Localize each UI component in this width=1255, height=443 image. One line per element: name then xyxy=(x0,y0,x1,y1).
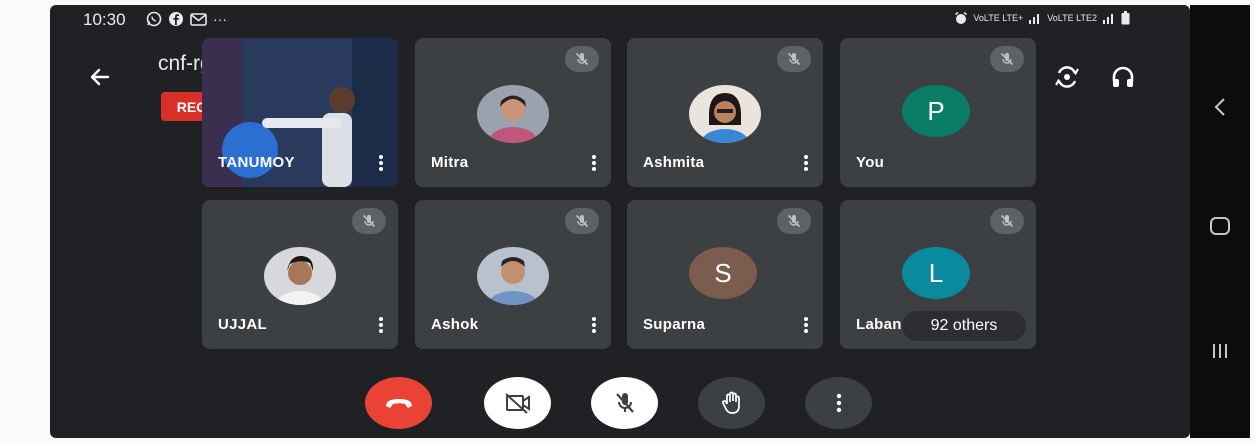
participant-tile-ujjal[interactable]: UJJAL xyxy=(202,200,398,349)
mic-off-badge xyxy=(565,46,599,72)
participant-more-button[interactable] xyxy=(374,153,388,175)
switch-camera-button[interactable] xyxy=(1047,57,1087,97)
mic-off-badge xyxy=(777,46,811,72)
participant-name: Suparna xyxy=(643,316,706,333)
participant-avatar xyxy=(477,247,549,305)
others-count-button[interactable]: 92 others xyxy=(902,311,1026,341)
hand-icon xyxy=(721,391,740,414)
participant-more-button[interactable] xyxy=(587,315,601,337)
mic-off-badge xyxy=(990,46,1024,72)
participant-tile-tanumoy[interactable]: TANUMOY xyxy=(202,38,398,187)
more-vertical-icon xyxy=(836,393,841,413)
arrow-left-icon xyxy=(90,68,110,86)
participant-name: TANUMOY xyxy=(218,154,295,171)
mic-off-icon xyxy=(1000,52,1014,66)
alarm-icon xyxy=(955,11,968,24)
participant-name: Ashok xyxy=(431,316,479,333)
headphones-icon xyxy=(1112,66,1134,87)
back-button[interactable] xyxy=(80,57,120,97)
participant-name: UJJAL xyxy=(218,316,268,333)
participant-more-button[interactable] xyxy=(587,153,601,175)
phone-hangup-icon xyxy=(385,399,412,408)
participant-avatar-letter: P xyxy=(902,85,970,137)
participant-tile-you[interactable]: P You xyxy=(840,38,1036,187)
participant-tile-mitra[interactable]: Mitra xyxy=(415,38,611,187)
chevron-left-icon xyxy=(1214,98,1225,116)
switch-camera-icon xyxy=(1055,66,1079,88)
mic-off-icon xyxy=(575,214,589,228)
participant-tile-suparna[interactable]: S Suparna xyxy=(627,200,823,349)
mic-off-badge xyxy=(777,208,811,234)
participant-avatar xyxy=(477,85,549,143)
more-notifications-icon: ··· xyxy=(213,11,227,27)
more-options-button[interactable] xyxy=(805,377,872,429)
participant-name: Ashmita xyxy=(643,154,705,171)
status-notification-icons: ··· xyxy=(146,11,227,27)
end-call-button[interactable] xyxy=(365,377,432,429)
camera-off-icon xyxy=(504,393,530,414)
mic-off-badge xyxy=(990,208,1024,234)
mic-off-icon xyxy=(362,214,376,228)
status-time: 10:30 xyxy=(83,10,126,29)
mic-toggle-button[interactable] xyxy=(591,377,658,429)
participant-tile-laban[interactable]: L Laban 92 others xyxy=(840,200,1036,349)
nav-back-button[interactable] xyxy=(1204,91,1236,123)
mic-off-badge xyxy=(352,208,386,234)
participant-more-button[interactable] xyxy=(799,315,813,337)
signal-icon xyxy=(1029,14,1040,24)
raise-hand-button[interactable] xyxy=(698,377,765,429)
battery-icon xyxy=(1121,11,1130,25)
recents-icon xyxy=(1213,344,1227,358)
participant-avatar-letter: L xyxy=(902,247,970,299)
mic-off-icon xyxy=(787,214,801,228)
mic-off-icon xyxy=(1000,214,1014,228)
mic-off-icon xyxy=(615,393,634,413)
network-label-1: VoLTE LTE+ xyxy=(973,13,1024,23)
mic-off-icon xyxy=(575,52,589,66)
status-system-icons: VoLTE LTE+ VoLTE LTE2 xyxy=(954,11,1130,25)
participant-avatar-letter: S xyxy=(689,247,757,299)
gmail-icon xyxy=(190,13,207,26)
participant-avatar xyxy=(689,85,761,143)
participant-name: You xyxy=(856,154,885,171)
meet-call-screen: 10:30 ··· VoLTE LTE+ VoLTE LTE2 cnf-rgyb… xyxy=(50,5,1190,438)
network-label-2: VoLTE LTE2 xyxy=(1047,13,1097,23)
facebook-icon xyxy=(169,12,183,26)
camera-toggle-button[interactable] xyxy=(484,377,551,429)
mic-off-badge xyxy=(565,208,599,234)
participant-more-button[interactable] xyxy=(374,315,388,337)
signal-icon-2 xyxy=(1103,14,1113,24)
whatsapp-icon xyxy=(146,11,162,27)
status-bar: 10:30 ··· VoLTE LTE+ VoLTE LTE2 xyxy=(50,5,1190,39)
participant-avatar xyxy=(264,247,336,305)
nav-home-button[interactable] xyxy=(1204,210,1236,242)
participant-tile-ashmita[interactable]: Ashmita xyxy=(627,38,823,187)
mic-off-icon xyxy=(787,52,801,66)
participant-tile-ashok[interactable]: Ashok xyxy=(415,200,611,349)
android-navigation-bar xyxy=(1190,5,1250,438)
home-icon xyxy=(1210,217,1230,235)
participant-more-button[interactable] xyxy=(799,153,813,175)
participant-name: Mitra xyxy=(431,154,469,171)
participant-name: Laban xyxy=(856,316,902,333)
audio-output-button[interactable] xyxy=(1103,57,1143,97)
nav-recents-button[interactable] xyxy=(1204,335,1236,367)
